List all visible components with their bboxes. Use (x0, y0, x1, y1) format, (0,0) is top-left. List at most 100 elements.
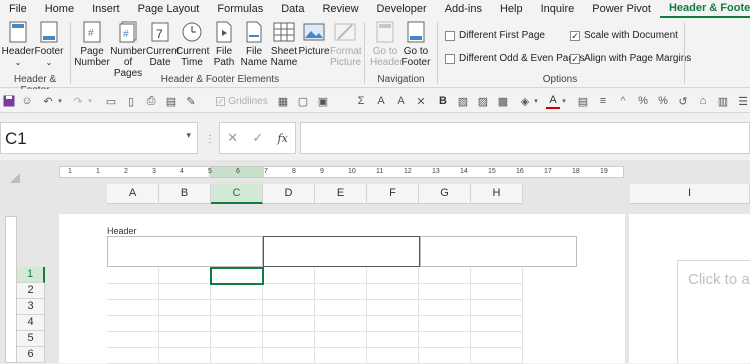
grid-cell[interactable] (315, 332, 367, 348)
row-header-1[interactable]: 1 (17, 267, 45, 283)
pattern-icon[interactable]: ▩ (496, 93, 510, 109)
tab-developer[interactable]: Developer (368, 0, 436, 18)
new-file-icon[interactable]: ▯ (124, 93, 138, 109)
row-header-3[interactable]: 3 (17, 299, 45, 315)
clear-format-icon[interactable]: ✕ (414, 93, 428, 109)
font-color-icon[interactable]: A (546, 93, 560, 109)
tab-insert[interactable]: Insert (83, 0, 129, 18)
cancel-icon[interactable]: ✕ (227, 130, 238, 146)
sheet-name-button[interactable]: Sheet Name (270, 20, 298, 68)
grid-cell[interactable] (315, 268, 367, 284)
undo-icon[interactable]: ↶ (40, 93, 56, 109)
bold-icon[interactable]: B (436, 93, 450, 109)
autosum-icon[interactable]: Σ (354, 93, 368, 109)
column-header-g[interactable]: G (419, 184, 471, 204)
grid-cell[interactable] (107, 284, 159, 300)
chevron-down-icon[interactable]: ▾ (56, 93, 64, 109)
grid-cell[interactable] (471, 316, 523, 332)
column-header-d[interactable]: D (263, 184, 315, 204)
grid-cell[interactable] (159, 268, 211, 284)
grid-cell[interactable] (315, 316, 367, 332)
grid-cell[interactable] (107, 332, 159, 348)
grid-cell[interactable] (367, 284, 419, 300)
cell-style-icon[interactable]: ▧ (456, 93, 470, 109)
click-to-add-data[interactable]: Click to ac (677, 260, 750, 363)
bold-border-icon[interactable]: ▣ (316, 93, 330, 109)
caret-up-icon[interactable]: ^ (616, 93, 630, 109)
active-cell[interactable] (210, 267, 264, 285)
chart-icon[interactable]: ▥ (716, 93, 730, 109)
save-icon[interactable] (2, 93, 16, 109)
tab-page-layout[interactable]: Page Layout (129, 0, 209, 18)
column-header-e[interactable]: E (315, 184, 367, 204)
format-cells-icon[interactable]: ▤ (576, 93, 590, 109)
highlight-icon[interactable]: ▨ (476, 93, 490, 109)
grid-cell[interactable] (367, 300, 419, 316)
grid-cell[interactable] (315, 284, 367, 300)
grid-cell[interactable] (471, 284, 523, 300)
grid-cell[interactable] (471, 332, 523, 348)
select-all-corner[interactable] (10, 173, 20, 183)
grid-cell[interactable] (419, 332, 471, 348)
fx-icon[interactable]: fx (278, 132, 288, 145)
number-of-pages-button[interactable]: # Number of Pages (110, 20, 146, 79)
row-header-4[interactable]: 4 (17, 315, 45, 331)
tab-formulas[interactable]: Formulas (208, 0, 272, 18)
different-first-page-checkbox[interactable]: Different First Page (445, 30, 545, 41)
grid-cell[interactable] (211, 316, 263, 332)
footer-button[interactable]: Footer ⌄ (34, 20, 64, 68)
grid-cell[interactable] (159, 332, 211, 348)
header-right-section[interactable] (420, 236, 577, 267)
tab-file[interactable]: File (0, 0, 36, 18)
print-icon[interactable]: ⎙ (144, 93, 158, 109)
column-header-b[interactable]: B (159, 184, 211, 204)
tab-help[interactable]: Help (491, 0, 532, 18)
tab-power-pivot[interactable]: Power Pivot (583, 0, 660, 18)
grid-cell[interactable] (107, 316, 159, 332)
gridlines-toggle[interactable]: ✓ Gridlines (210, 93, 274, 109)
grid-cell[interactable] (367, 348, 419, 364)
column-header-c[interactable]: C (211, 184, 263, 204)
page-number-button[interactable]: # Page Number (74, 20, 110, 68)
grid-cell[interactable] (107, 348, 159, 364)
lock-icon[interactable]: ⌂ (696, 93, 710, 109)
grid-cell[interactable] (211, 300, 263, 316)
grid-cell[interactable] (263, 348, 315, 364)
align-with-margins-checkbox[interactable]: ✓ Align with Page Margins (570, 53, 691, 64)
tab-data[interactable]: Data (272, 0, 313, 18)
column-header-a[interactable]: A (107, 184, 159, 204)
name-box[interactable]: C1 ▾ (0, 122, 198, 154)
different-odd-even-checkbox[interactable]: Different Odd & Even Pages (445, 53, 584, 64)
row-header-6[interactable]: 6 (17, 347, 45, 363)
grid-cell[interactable] (159, 316, 211, 332)
grid-cell[interactable] (107, 268, 159, 284)
grid-cell[interactable] (419, 268, 471, 284)
grid-cell[interactable] (419, 284, 471, 300)
comma-icon[interactable]: % (656, 93, 670, 109)
font-size-down-icon[interactable]: A (374, 93, 388, 109)
tab-header-footer[interactable]: Header & Footer (659, 0, 750, 18)
header-center-section[interactable] (263, 236, 420, 267)
tab-inquire[interactable]: Inquire (532, 0, 584, 18)
grid-cell[interactable] (263, 284, 315, 300)
grid-cell[interactable] (159, 348, 211, 364)
redo-icon[interactable]: ↷ (70, 93, 86, 109)
grid-cell[interactable] (419, 300, 471, 316)
go-to-footer-button[interactable]: Go to Footer (401, 20, 431, 68)
drag-handle-icon[interactable]: ⋮ (205, 134, 215, 145)
print-preview-icon[interactable]: ▤ (164, 93, 178, 109)
current-time-button[interactable]: Current Time (176, 20, 209, 68)
undo-arrow-icon[interactable]: ↺ (676, 93, 690, 109)
grid-cell[interactable] (263, 268, 315, 284)
grid-cell[interactable] (107, 300, 159, 316)
grid-cell[interactable] (159, 284, 211, 300)
grid-cell[interactable] (471, 300, 523, 316)
header-left-section[interactable] (107, 236, 263, 267)
grid-cell[interactable] (367, 268, 419, 284)
current-date-button[interactable]: 7 Current Date (146, 20, 179, 68)
grid-cell[interactable] (367, 332, 419, 348)
grid-cell[interactable] (211, 332, 263, 348)
grid-cell[interactable] (315, 348, 367, 364)
open-folder-icon[interactable]: ▭ (104, 93, 118, 109)
grid-cell[interactable] (419, 316, 471, 332)
